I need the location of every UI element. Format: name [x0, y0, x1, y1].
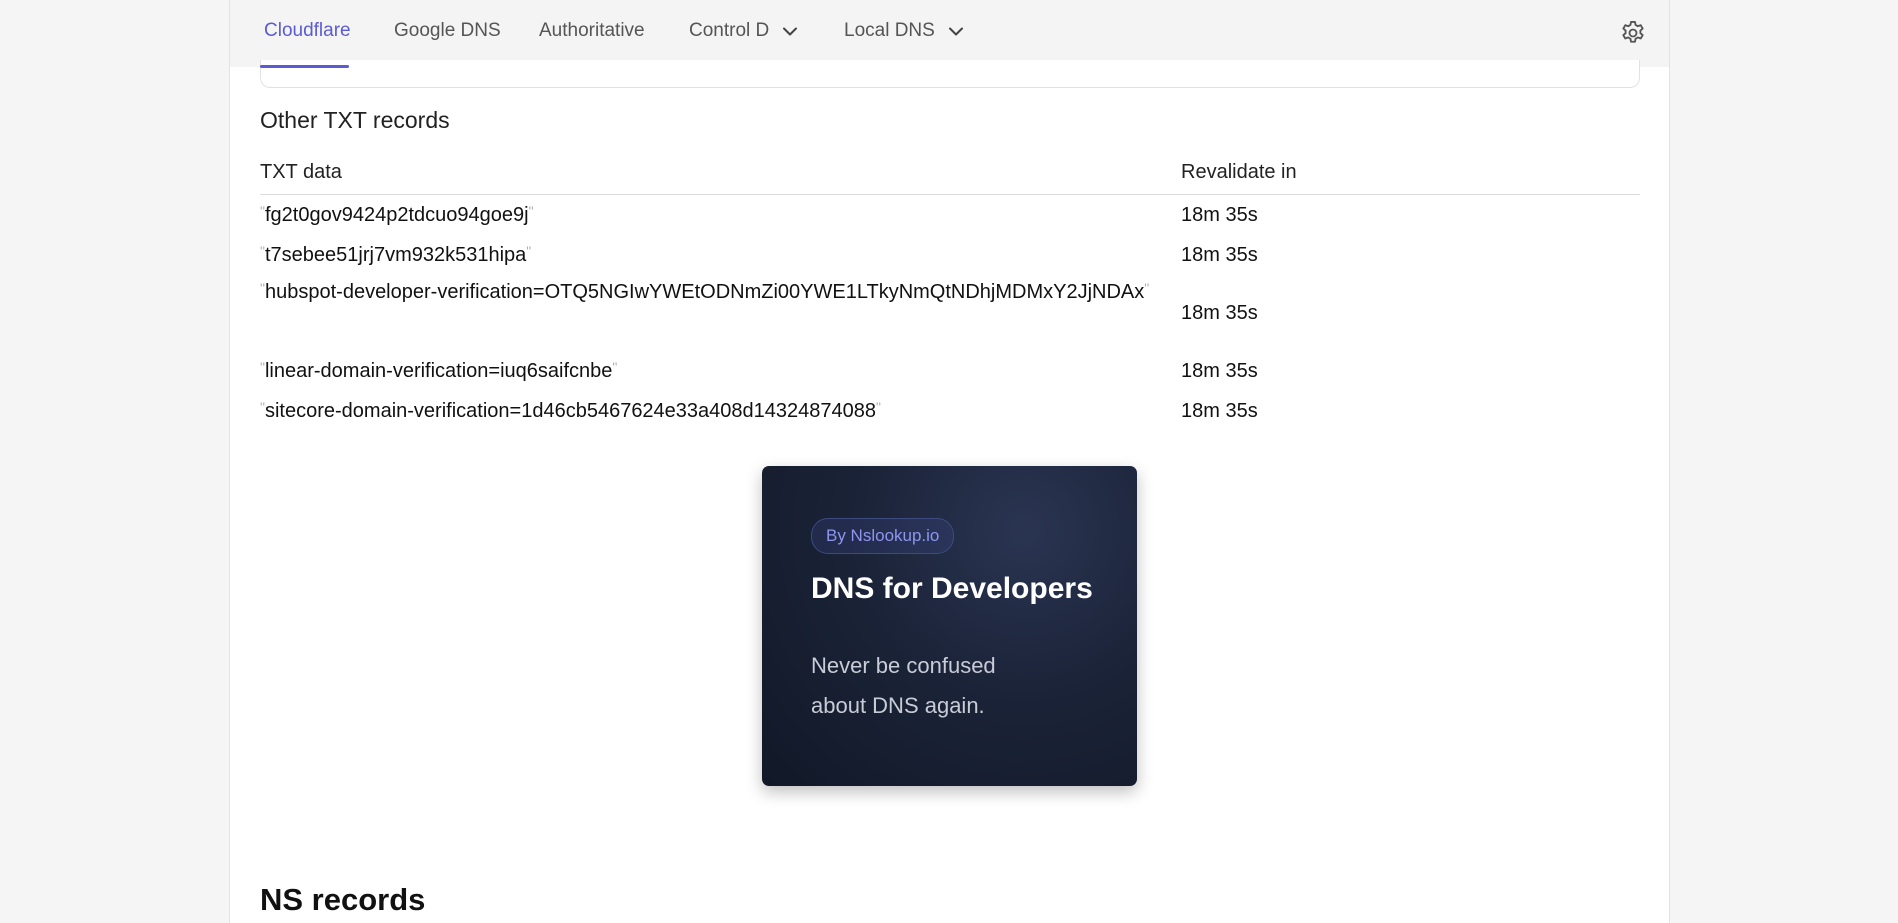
section-title-ns: NS records	[260, 882, 426, 917]
tab-local-dns[interactable]: Local DNS	[844, 20, 963, 42]
promo-card[interactable]: By Nslookup.io DNS for Developers Never …	[762, 466, 1137, 786]
promo-subtitle: Never be confused about DNS again.	[811, 646, 1031, 726]
chevron-down-icon	[783, 27, 798, 36]
quote-open: "	[260, 358, 265, 375]
resolver-tabs-bar: Cloudflare Google DNS Authoritative Cont…	[230, 0, 1669, 67]
quote-close: "	[612, 358, 618, 375]
txt-data-cell: "hubspot-developer-verification=OTQ5NGIw…	[260, 275, 1181, 351]
table-row: "sitecore-domain-verification=1d46cb5467…	[260, 391, 1640, 431]
chevron-down-icon	[948, 27, 963, 36]
promo-title: DNS for Developers	[811, 572, 1093, 605]
gear-icon[interactable]	[1619, 19, 1647, 47]
active-tab-indicator	[260, 65, 349, 68]
quote-close: "	[526, 242, 532, 259]
quote-open: "	[260, 398, 265, 415]
quote-open: "	[260, 280, 265, 296]
column-header-revalidate: Revalidate in	[1181, 158, 1640, 195]
txt-value: sitecore-domain-verification=1d46cb54676…	[264, 399, 877, 422]
txt-data-cell: "fg2t0gov9424p2tdcuo94goe9j"	[260, 195, 1181, 236]
txt-records-table: TXT data Revalidate in "fg2t0gov9424p2td…	[260, 158, 1640, 431]
revalidate-cell: 18m 35s	[1181, 399, 1258, 422]
tab-control-d[interactable]: Control D	[689, 20, 798, 42]
revalidate-cell: 18m 35s	[1181, 203, 1258, 226]
previous-card-bottom	[260, 60, 1640, 88]
column-header-txt-data: TXT data	[260, 158, 1181, 195]
revalidate-cell: 18m 35s	[1181, 243, 1258, 266]
txt-data-cell: "sitecore-domain-verification=1d46cb5467…	[260, 391, 1181, 431]
txt-value: hubspot-developer-verification=OTQ5NGIwY…	[264, 281, 1145, 303]
txt-data-cell: "linear-domain-verification=iuq6saifcnbe…	[260, 351, 1181, 391]
tab-label: Local DNS	[844, 20, 935, 41]
quote-open: "	[260, 242, 265, 259]
revalidate-cell: 18m 35s	[1181, 301, 1258, 324]
table-row: "fg2t0gov9424p2tdcuo94goe9j" 18m 35s	[260, 195, 1640, 236]
tab-cloudflare[interactable]: Cloudflare	[264, 20, 351, 42]
quote-close: "	[1144, 280, 1150, 296]
main-content: Cloudflare Google DNS Authoritative Cont…	[229, 0, 1670, 923]
table-row: "t7sebee51jrj7vm932k531hipa" 18m 35s	[260, 235, 1640, 275]
promo-subtitle-line: Never be confused	[811, 653, 996, 678]
tab-label: Cloudflare	[264, 20, 351, 41]
tab-authoritative[interactable]: Authoritative	[539, 20, 645, 42]
txt-value: fg2t0gov9424p2tdcuo94goe9j	[264, 203, 529, 226]
txt-data-cell: "t7sebee51jrj7vm932k531hipa"	[260, 235, 1181, 275]
quote-close: "	[528, 202, 534, 219]
quote-close: "	[876, 398, 882, 415]
quote-open: "	[260, 202, 265, 219]
promo-badge: By Nslookup.io	[811, 518, 955, 554]
txt-value: linear-domain-verification=iuq6saifcnbe	[264, 359, 613, 382]
tab-google-dns[interactable]: Google DNS	[394, 20, 501, 42]
revalidate-cell: 18m 35s	[1181, 359, 1258, 382]
tab-label: Control D	[689, 20, 770, 41]
promo-subtitle-line: about DNS again.	[811, 693, 985, 718]
tab-label: Google DNS	[394, 20, 501, 41]
tab-label: Authoritative	[539, 20, 645, 41]
section-title-txt: Other TXT records	[260, 107, 450, 133]
table-row: "hubspot-developer-verification=OTQ5NGIw…	[260, 275, 1640, 351]
table-header-row: TXT data Revalidate in	[260, 158, 1640, 195]
txt-value: t7sebee51jrj7vm932k531hipa	[264, 243, 527, 266]
table-row: "linear-domain-verification=iuq6saifcnbe…	[260, 351, 1640, 391]
